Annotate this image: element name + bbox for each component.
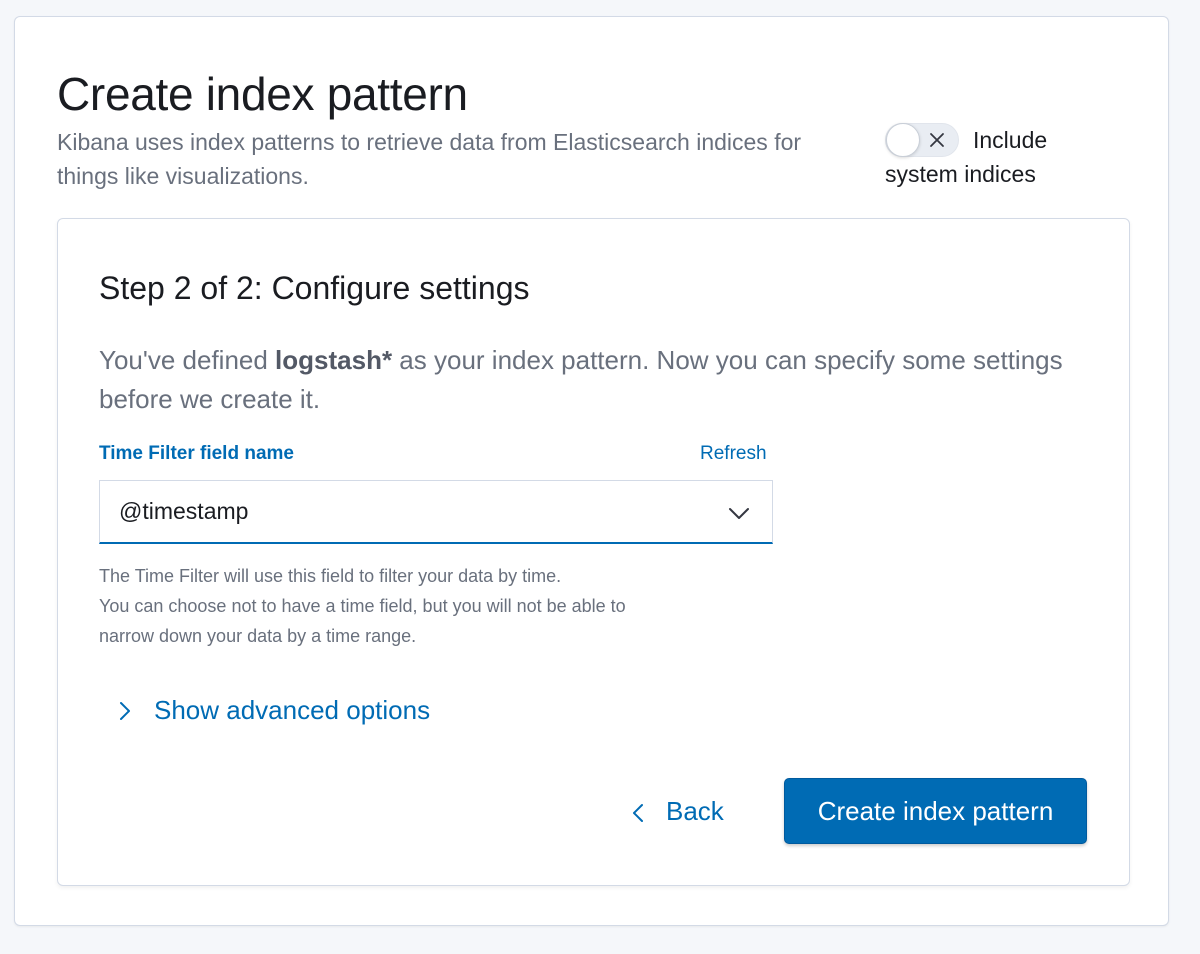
close-icon [930, 133, 944, 147]
chevron-left-icon [633, 804, 643, 822]
index-pattern-name: logstash* [275, 345, 393, 375]
step-title: Step 2 of 2: Configure settings [99, 270, 530, 306]
time-filter-label: Time Filter field name [99, 443, 294, 464]
time-filter-select[interactable]: @timestamp [99, 480, 773, 544]
step-panel: Step 2 of 2: Configure settings You've d… [57, 218, 1130, 886]
toggle-label-system-indices: system indices [885, 161, 1036, 187]
create-index-pattern-button[interactable]: Create index pattern [784, 778, 1087, 844]
help-line: The Time Filter will use this field to f… [99, 566, 562, 586]
help-line: You can choose not to have a time field,… [99, 596, 626, 616]
refresh-link[interactable]: Refresh [700, 443, 767, 465]
toggle-knob [886, 123, 920, 157]
toggle-label-include: Include [973, 127, 1048, 153]
back-button[interactable]: Back [628, 779, 738, 843]
chevron-down-icon [729, 508, 749, 519]
create-index-pattern-panel: Create index pattern Kibana uses index p… [14, 16, 1169, 926]
show-advanced-options-label: Show advanced options [154, 695, 431, 725]
back-label: Back [666, 796, 724, 826]
help-line: narrow down your data by a time range. [99, 626, 417, 646]
time-filter-selected-value: @timestamp [119, 498, 249, 524]
step-description-prefix: You've defined [99, 345, 276, 375]
time-filter-help-text: The Time Filter will use this field to f… [99, 561, 759, 651]
step-description: You've defined logstash* as your index p… [99, 341, 1079, 419]
page-title: Create index pattern [57, 68, 468, 120]
page-description: Kibana uses index patterns to retrieve d… [57, 129, 802, 189]
chevron-right-icon [120, 702, 130, 720]
system-indices-toggle[interactable] [885, 123, 959, 157]
